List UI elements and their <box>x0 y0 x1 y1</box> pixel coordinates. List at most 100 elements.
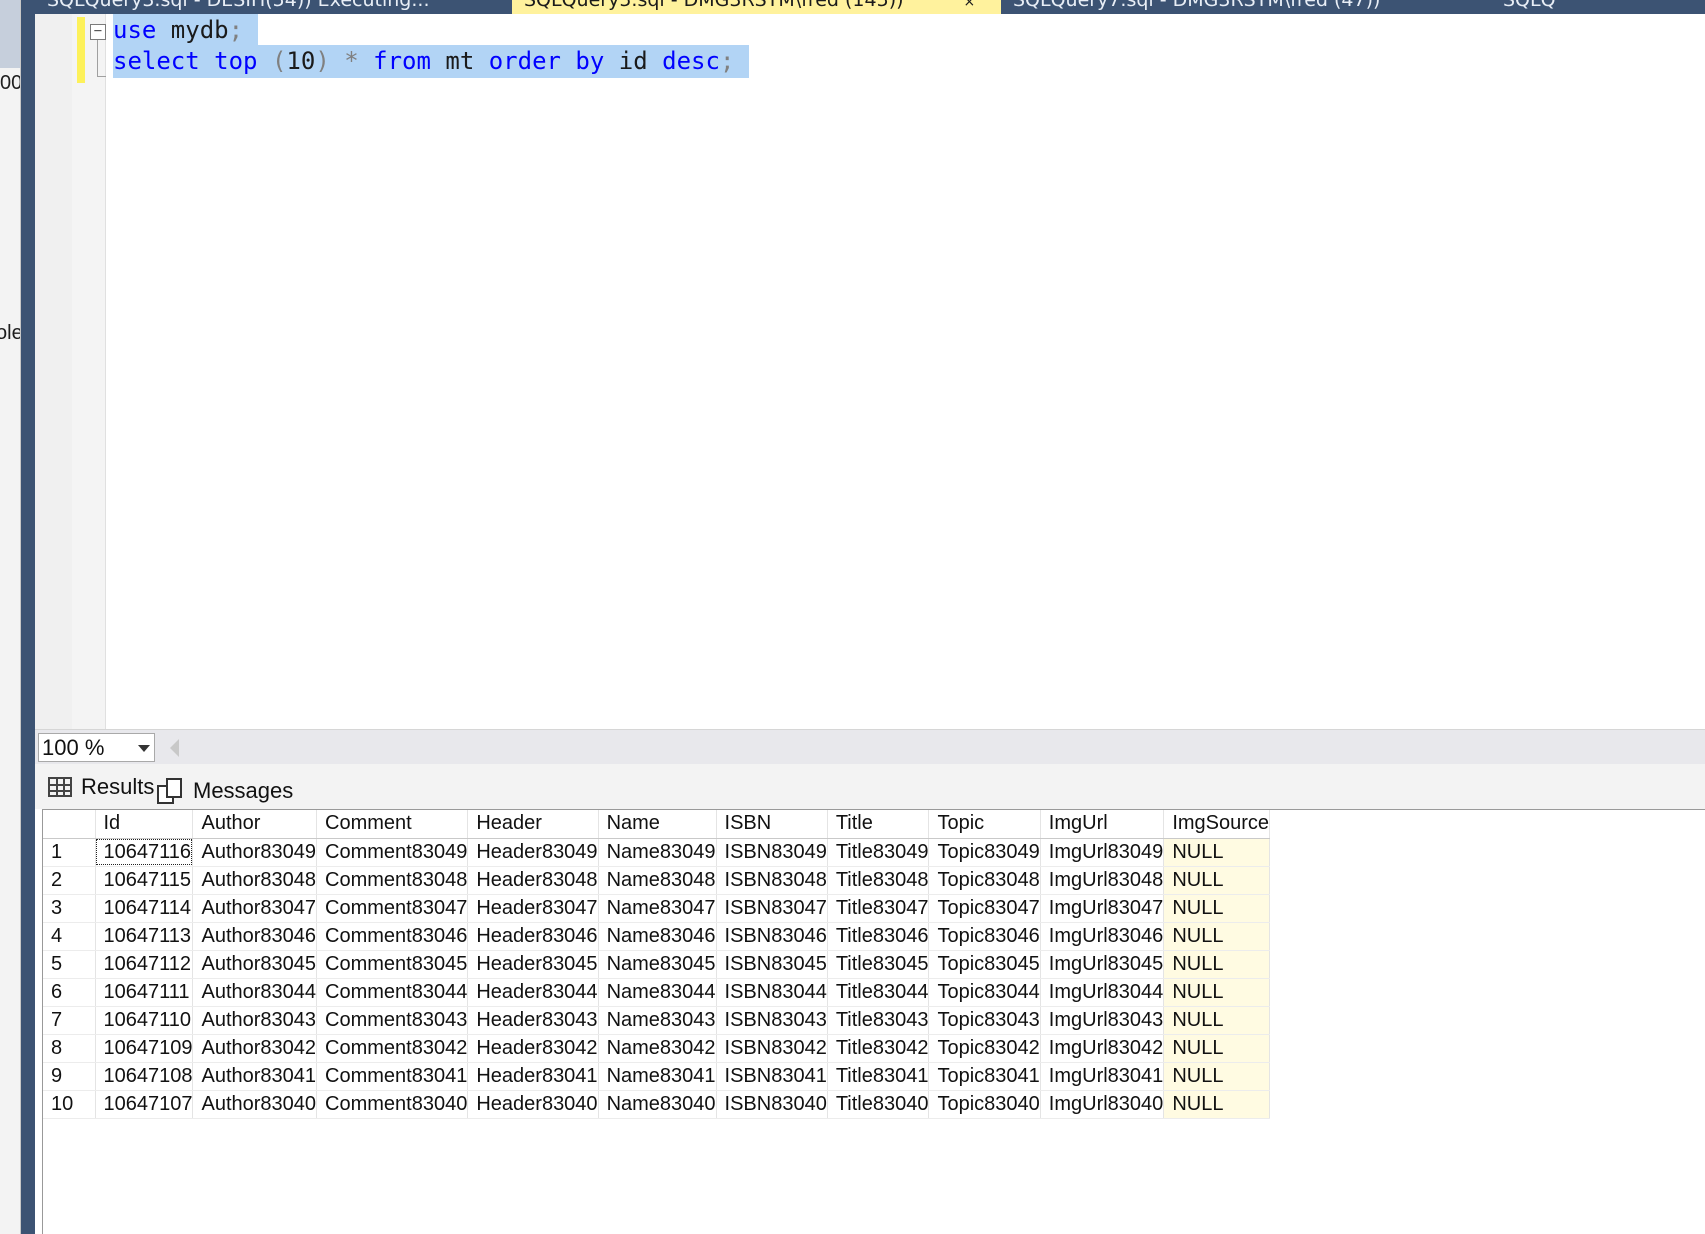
collapse-icon[interactable]: − <box>90 24 106 40</box>
column-header[interactable]: Author <box>192 810 318 839</box>
grid-cell[interactable]: Author83045 <box>192 950 318 979</box>
column-header[interactable]: Topic <box>928 810 1041 839</box>
grid-cell[interactable]: NULL <box>1163 1062 1271 1091</box>
grid-cell[interactable]: Title83049 <box>827 838 930 867</box>
row-number[interactable]: 9 <box>43 1062 96 1091</box>
grid-cell[interactable]: ImgUrl83045 <box>1040 950 1165 979</box>
grid-cell[interactable]: ISBN83042 <box>716 1034 828 1063</box>
grid-cell[interactable]: Author83047 <box>192 894 318 923</box>
grid-cell[interactable]: Topic83043 <box>928 1006 1041 1035</box>
grid-cell[interactable]: 10647115 <box>95 866 194 895</box>
grid-cell[interactable]: Comment83049 <box>316 838 469 867</box>
row-number[interactable]: 1 <box>43 838 96 867</box>
grid-cell[interactable]: Name83041 <box>598 1062 717 1091</box>
grid-cell[interactable]: Title83048 <box>827 866 930 895</box>
grid-cell[interactable]: Author83040 <box>192 1090 318 1119</box>
column-header[interactable]: ImgSource <box>1163 810 1271 839</box>
grid-cell[interactable]: Topic83046 <box>928 922 1041 951</box>
grid-cell[interactable]: Name83040 <box>598 1090 717 1119</box>
grid-cell[interactable]: Comment83046 <box>316 922 469 951</box>
grid-cell[interactable]: 10647114 <box>95 894 194 923</box>
tab-sqlquery5[interactable]: SQLQuery5.sql - DMG3RSTM\fred (145)) × <box>512 0 1001 14</box>
grid-cell[interactable]: Topic83041 <box>928 1062 1041 1091</box>
grid-cell[interactable]: Name83047 <box>598 894 717 923</box>
row-number[interactable]: 5 <box>43 950 96 979</box>
tab-sqlquery-more[interactable]: SQLQ <box>1491 0 1705 14</box>
grid-cell[interactable]: Header83040 <box>467 1090 599 1119</box>
grid-cell[interactable]: NULL <box>1163 922 1271 951</box>
row-number[interactable]: 10 <box>43 1090 96 1119</box>
zoom-select[interactable]: 100 % <box>38 733 155 762</box>
grid-cell[interactable]: Name83046 <box>598 922 717 951</box>
grid-cell[interactable]: Comment83042 <box>316 1034 469 1063</box>
tab-sqlquery7[interactable]: SQLQuery7.sql - DMG3RSTM\fred (47)) <box>1001 0 1491 14</box>
grid-cell[interactable]: NULL <box>1163 1034 1271 1063</box>
grid-cell[interactable]: ImgUrl83047 <box>1040 894 1165 923</box>
grid-cell[interactable]: Name83045 <box>598 950 717 979</box>
grid-cell[interactable]: ISBN83046 <box>716 922 828 951</box>
table-row[interactable]: 2 10647115 Author83048 Comment83048 Header83… <box>43 866 1271 895</box>
panel-splitter[interactable] <box>21 0 35 1234</box>
grid-cell[interactable]: Title83047 <box>827 894 930 923</box>
grid-cell[interactable]: Topic83044 <box>928 978 1041 1007</box>
grid-cell[interactable]: Title83041 <box>827 1062 930 1091</box>
row-number[interactable]: 7 <box>43 1006 96 1035</box>
grid-cell[interactable]: Title83042 <box>827 1034 930 1063</box>
grid-cell[interactable]: ImgUrl83044 <box>1040 978 1165 1007</box>
table-row[interactable]: 6 10647111 Author83044 Comment83044 Header83… <box>43 978 1271 1007</box>
grid-cell[interactable]: ISBN83041 <box>716 1062 828 1091</box>
grid-cell[interactable]: Topic83045 <box>928 950 1041 979</box>
table-row[interactable]: 5 10647112 Author83045 Comment83045 Header83… <box>43 950 1271 979</box>
grid-cell[interactable]: NULL <box>1163 978 1271 1007</box>
grid-cell[interactable]: 10647108 <box>95 1062 194 1091</box>
grid-cell[interactable]: Header83045 <box>467 950 599 979</box>
grid-cell[interactable]: NULL <box>1163 838 1271 867</box>
code-line-1[interactable]: use mydb; <box>113 14 258 47</box>
grid-cell[interactable]: Title83046 <box>827 922 930 951</box>
grid-cell[interactable]: Comment83044 <box>316 978 469 1007</box>
row-number[interactable]: 3 <box>43 894 96 923</box>
grid-cell[interactable]: Header83043 <box>467 1006 599 1035</box>
grid-cell[interactable]: ISBN83045 <box>716 950 828 979</box>
grid-cell[interactable]: ISBN83040 <box>716 1090 828 1119</box>
grid-cell[interactable]: Topic83040 <box>928 1090 1041 1119</box>
grid-cell[interactable]: Name83044 <box>598 978 717 1007</box>
grid-cell[interactable]: ImgUrl83048 <box>1040 866 1165 895</box>
grid-cell[interactable]: Topic83049 <box>928 838 1041 867</box>
grid-cell[interactable]: Comment83041 <box>316 1062 469 1091</box>
row-number[interactable]: 2 <box>43 866 96 895</box>
grid-cell[interactable]: Author83041 <box>192 1062 318 1091</box>
grid-cell[interactable]: Topic83048 <box>928 866 1041 895</box>
grid-cell[interactable]: Author83042 <box>192 1034 318 1063</box>
row-number[interactable]: 8 <box>43 1034 96 1063</box>
column-header[interactable]: Header <box>467 810 599 839</box>
table-row[interactable]: 7 10647110 Author83043 Comment83043 Header83… <box>43 1006 1271 1035</box>
grid-cell[interactable]: Comment83047 <box>316 894 469 923</box>
grid-cell[interactable]: NULL <box>1163 950 1271 979</box>
grid-cell[interactable]: ImgUrl83046 <box>1040 922 1165 951</box>
table-row[interactable]: 10 10647107 Author83040 Comment83040 Header8… <box>43 1090 1271 1119</box>
grid-cell[interactable]: NULL <box>1163 894 1271 923</box>
grid-cell[interactable]: NULL <box>1163 1090 1271 1119</box>
grid-cell[interactable]: ImgUrl83049 <box>1040 838 1165 867</box>
tab-results[interactable]: Results <box>48 770 154 804</box>
column-header[interactable]: Name <box>598 810 717 839</box>
table-row[interactable]: 4 10647113 Author83046 Comment83046 Header83… <box>43 922 1271 951</box>
grid-cell[interactable]: Header83044 <box>467 978 599 1007</box>
grid-cell[interactable]: ImgUrl83042 <box>1040 1034 1165 1063</box>
grid-cell[interactable]: Header83041 <box>467 1062 599 1091</box>
grid-cell[interactable]: Name83042 <box>598 1034 717 1063</box>
grid-cell[interactable]: ImgUrl83041 <box>1040 1062 1165 1091</box>
column-header[interactable]: ImgUrl <box>1040 810 1165 839</box>
table-row[interactable]: 3 10647114 Author83047 Comment83047 Header83… <box>43 894 1271 923</box>
row-number-header[interactable] <box>43 810 96 839</box>
table-row[interactable]: 9 10647108 Author83041 Comment83041 Header83… <box>43 1062 1271 1091</box>
tab-sqlquery3[interactable]: SQLQuery3.sql - DESIH(54)) Executing... <box>35 0 512 14</box>
grid-cell[interactable]: Header83042 <box>467 1034 599 1063</box>
column-header[interactable]: Title <box>827 810 930 839</box>
grid-cell[interactable]: Author83049 <box>192 838 318 867</box>
grid-cell[interactable]: Header83048 <box>467 866 599 895</box>
grid-cell[interactable]: ImgUrl83040 <box>1040 1090 1165 1119</box>
grid-cell[interactable]: 10647113 <box>95 922 194 951</box>
grid-cell[interactable]: 10647111 <box>95 978 194 1007</box>
